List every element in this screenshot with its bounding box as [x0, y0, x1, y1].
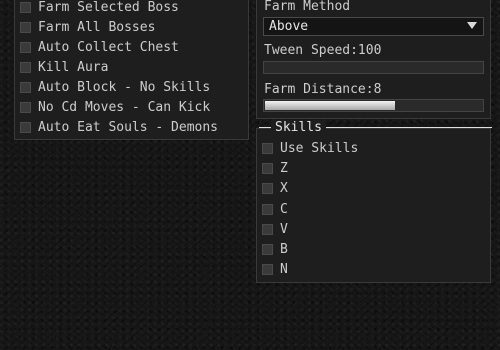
option-label: Farm Selected Boss — [38, 0, 179, 15]
option-label: Auto Block - No Skills — [38, 79, 211, 95]
checkbox[interactable] — [262, 243, 273, 255]
farm-settings-panel: Farm Method Above Tween Speed:100 Farm D… — [256, 0, 491, 119]
no-cd-moves-toggle[interactable]: No Cd Moves - Can Kick — [20, 98, 210, 116]
skill-v-toggle[interactable]: V — [262, 220, 288, 238]
checkbox[interactable] — [262, 263, 273, 275]
farm-distance-slider[interactable] — [263, 99, 484, 112]
checkbox[interactable] — [262, 203, 273, 215]
tween-speed-label: Tween Speed:100 — [264, 43, 382, 58]
skills-section-title: Skills — [271, 120, 326, 135]
skill-z-toggle[interactable]: Z — [262, 159, 288, 177]
farm-method-label: Farm Method — [264, 0, 351, 14]
option-label: V — [280, 221, 288, 237]
slider-fill — [265, 101, 396, 110]
checkbox[interactable] — [262, 182, 273, 194]
option-label: C — [280, 201, 288, 217]
checkbox[interactable] — [262, 223, 273, 235]
checkbox[interactable] — [262, 162, 273, 174]
option-label: N — [280, 261, 288, 277]
use-skills-toggle[interactable]: Use Skills — [262, 139, 358, 157]
option-label: Kill Aura — [38, 59, 109, 75]
checkbox[interactable] — [20, 1, 31, 13]
option-label: No Cd Moves - Can Kick — [38, 99, 211, 115]
checkbox[interactable] — [20, 21, 31, 33]
farm-method-dropdown[interactable]: Above — [263, 17, 484, 36]
checkbox[interactable] — [20, 61, 31, 73]
checkbox[interactable] — [20, 41, 31, 53]
auto-block-toggle[interactable]: Auto Block - No Skills — [20, 78, 210, 96]
kill-aura-toggle[interactable]: Kill Aura — [20, 58, 108, 76]
skill-c-toggle[interactable]: C — [262, 200, 288, 218]
checkbox[interactable] — [20, 101, 31, 113]
skills-panel: Skills Use Skills Z X C V B N — [256, 120, 492, 283]
auto-eat-souls-toggle[interactable]: Auto Eat Souls - Demons — [20, 118, 218, 136]
farm-all-bosses-toggle[interactable]: Farm All Bosses — [20, 18, 155, 36]
checkbox[interactable] — [20, 81, 31, 93]
skill-x-toggle[interactable]: X — [262, 179, 288, 197]
tween-speed-slider[interactable] — [263, 61, 484, 74]
option-label: B — [280, 241, 288, 257]
chevron-down-icon — [467, 22, 477, 29]
farm-distance-label: Farm Distance:8 — [264, 82, 382, 97]
farm-selected-boss-toggle[interactable]: Farm Selected Boss — [20, 0, 179, 16]
checkbox[interactable] — [20, 121, 31, 133]
checkbox[interactable] — [262, 142, 273, 154]
option-label: Auto Collect Chest — [38, 39, 179, 55]
option-label: X — [280, 180, 288, 196]
option-label: Use Skills — [280, 140, 359, 156]
auto-collect-chest-toggle[interactable]: Auto Collect Chest — [20, 38, 179, 56]
option-label: Auto Eat Souls - Demons — [38, 119, 219, 135]
skill-b-toggle[interactable]: B — [262, 240, 288, 258]
farm-options-panel: Farm Selected Boss Farm All Bosses Auto … — [14, 0, 249, 140]
farm-method-value: Above — [269, 19, 309, 34]
option-label: Z — [280, 160, 288, 176]
option-label: Farm All Bosses — [38, 19, 156, 35]
skill-n-toggle[interactable]: N — [262, 260, 288, 278]
